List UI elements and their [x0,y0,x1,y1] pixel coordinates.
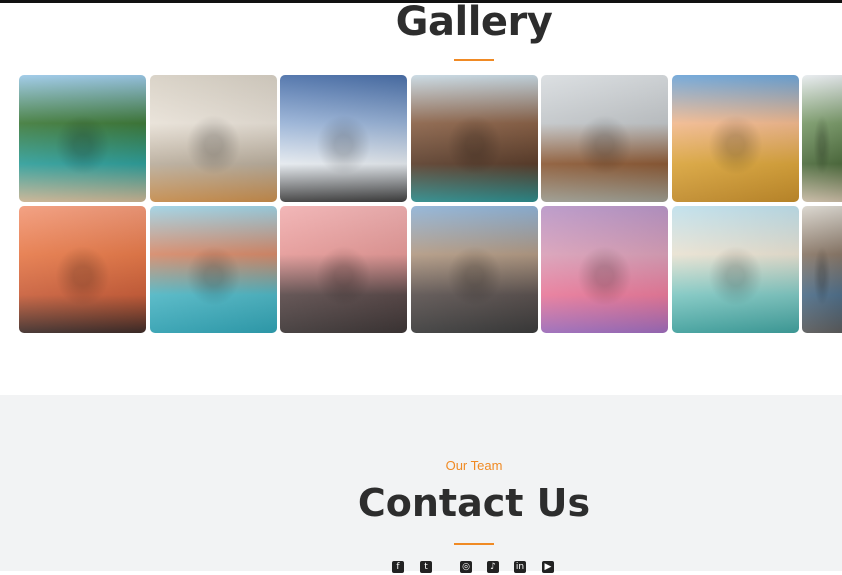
venice-church-photo[interactable] [672,206,799,333]
photo-detail [411,75,538,202]
contact-eyebrow: Our Team [445,458,503,473]
venice-canal-photo[interactable] [411,75,538,202]
contact-title: Contact Us [357,481,591,525]
venice-lagoon-photo[interactable] [150,206,277,333]
photo-detail [150,75,277,202]
white-arches-photo[interactable] [150,75,277,202]
contact-section: Our Team Contact Us f t ◎ ♪ in ▶ [0,395,842,573]
sunset-beach-photo[interactable] [19,206,146,333]
photo-detail [280,206,407,333]
tiktok-icon[interactable]: ♪ [487,561,499,573]
mountain-bridge-photo[interactable] [280,75,407,202]
facebook-icon[interactable]: f [392,561,404,573]
hills-valley-photo[interactable] [802,75,842,202]
london-eye-photo[interactable] [541,75,668,202]
photo-detail [672,206,799,333]
twitter-icon[interactable]: t [420,561,432,573]
gallery-divider [454,59,494,61]
photo-detail [541,75,668,202]
linkedin-icon[interactable]: in [514,561,526,573]
photo-detail [541,206,668,333]
photo-detail [802,75,842,202]
temple-gate-photo[interactable] [280,206,407,333]
photo-detail [150,206,277,333]
photo-detail [802,206,842,333]
city-crowd-photo[interactable] [802,206,842,333]
wheat-field-photo[interactable] [672,75,799,202]
photo-detail [19,75,146,202]
youtube-icon[interactable]: ▶ [542,561,554,573]
instagram-icon[interactable]: ◎ [460,561,472,573]
photo-detail [19,206,146,333]
busy-street-photo[interactable] [411,206,538,333]
gallery-title: Gallery [395,0,553,45]
photo-detail [411,206,538,333]
photo-detail [672,75,799,202]
photo-detail [280,75,407,202]
harbor-reflection-photo[interactable] [541,206,668,333]
contact-divider [454,543,494,545]
boat-lagoon-photo[interactable] [19,75,146,202]
